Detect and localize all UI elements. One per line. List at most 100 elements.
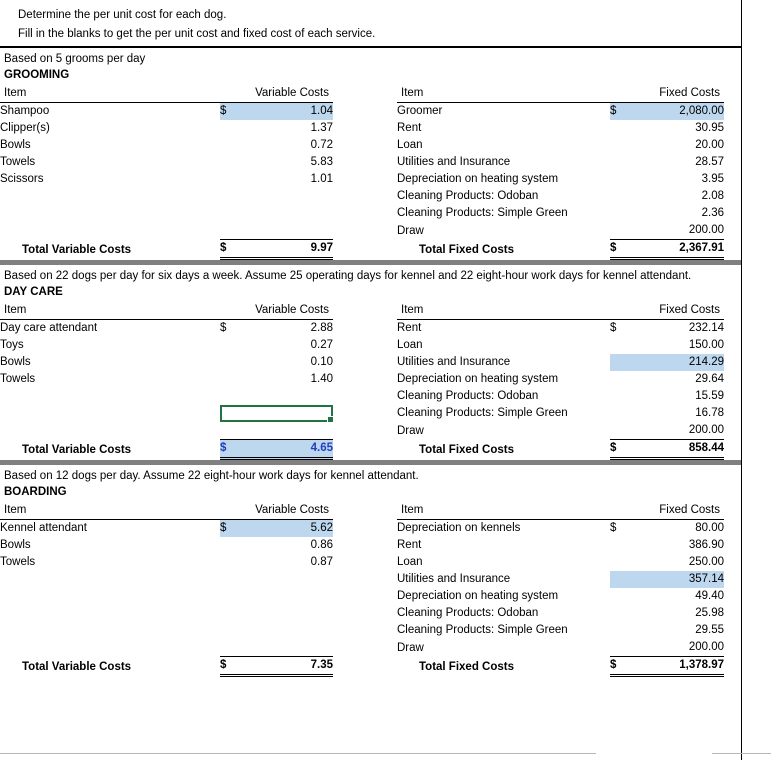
cell-item-label[interactable]: Scissors: [0, 171, 220, 188]
blank-input-row[interactable]: [0, 605, 333, 622]
cell-amount-value[interactable]: 49.40: [637, 588, 724, 605]
cell-amount-blank[interactable]: [246, 571, 333, 588]
cell-currency-symbol[interactable]: [610, 622, 637, 639]
cell-item-label[interactable]: Utilities and Insurance: [397, 154, 610, 171]
cell-item-label[interactable]: Cleaning Products: Odoban: [397, 188, 610, 205]
cell-item-label[interactable]: Towels: [0, 554, 220, 571]
cell-item-label[interactable]: Cleaning Products: Simple Green: [397, 205, 610, 222]
total-amount-value[interactable]: 9.97: [246, 239, 333, 260]
cell-amount-value[interactable]: 16.78: [637, 405, 724, 422]
cell-currency-symbol[interactable]: [610, 639, 637, 657]
cell-amount-value[interactable]: 0.72: [246, 137, 333, 154]
cell-currency-blank[interactable]: [220, 571, 246, 588]
cell-item-label[interactable]: Loan: [397, 554, 610, 571]
cell-item-blank[interactable]: [0, 222, 220, 240]
cell-amount-blank[interactable]: [246, 222, 333, 240]
cell-amount-value[interactable]: 5.83: [246, 154, 333, 171]
cell-amount-value[interactable]: 0.27: [246, 337, 333, 354]
cell-amount-value[interactable]: 2.36: [637, 205, 724, 222]
cell-amount-value[interactable]: 5.62: [246, 519, 333, 537]
cell-amount-blank[interactable]: [246, 639, 333, 657]
active-cell-selection[interactable]: [220, 405, 334, 423]
cell-amount-value[interactable]: 30.95: [637, 120, 724, 137]
cell-amount-blank[interactable]: [246, 605, 333, 622]
cell-amount-value[interactable]: 0.10: [246, 354, 333, 371]
cell-item-label[interactable]: Draw: [397, 422, 610, 440]
cell-currency-blank[interactable]: [220, 205, 246, 222]
cell-item-blank[interactable]: [0, 188, 220, 205]
cell-currency-symbol[interactable]: [610, 222, 637, 240]
cell-currency-symbol[interactable]: [610, 405, 637, 422]
blank-input-row[interactable]: [0, 188, 333, 205]
total-amount-value[interactable]: 4.65: [246, 439, 333, 460]
cell-amount-value[interactable]: 0.87: [246, 554, 333, 571]
cell-item-label[interactable]: Draw: [397, 639, 610, 657]
cell-item-label[interactable]: Loan: [397, 137, 610, 154]
cell-amount-value[interactable]: 386.90: [637, 537, 724, 554]
cell-amount-blank[interactable]: [246, 422, 333, 440]
cell-item-blank[interactable]: [0, 571, 220, 588]
cell-amount-value[interactable]: 3.95: [637, 171, 724, 188]
cell-currency-symbol[interactable]: [610, 188, 637, 205]
cell-currency-symbol[interactable]: [220, 120, 246, 137]
cell-item-blank[interactable]: [0, 205, 220, 222]
cell-currency-symbol[interactable]: [610, 588, 637, 605]
blank-input-row[interactable]: [0, 222, 333, 240]
cell-item-label[interactable]: Utilities and Insurance: [397, 571, 610, 588]
cell-currency-symbol[interactable]: $: [220, 320, 246, 338]
cell-amount-value[interactable]: 214.29: [637, 354, 724, 371]
cell-item-label[interactable]: Shampoo: [0, 103, 220, 121]
cell-amount-value[interactable]: 150.00: [637, 337, 724, 354]
cell-currency-symbol[interactable]: [220, 537, 246, 554]
cell-item-blank[interactable]: [0, 605, 220, 622]
cell-item-label[interactable]: Towels: [0, 371, 220, 388]
cell-item-label[interactable]: Rent: [397, 120, 610, 137]
cell-amount-blank[interactable]: [246, 188, 333, 205]
cell-amount-value[interactable]: 29.55: [637, 622, 724, 639]
total-amount-value[interactable]: 2,367.91: [637, 239, 724, 260]
cell-amount-value[interactable]: 1.37: [246, 120, 333, 137]
cell-amount-value[interactable]: 200.00: [637, 422, 724, 440]
cell-currency-symbol[interactable]: [610, 137, 637, 154]
cell-amount-value[interactable]: 1.04: [246, 102, 333, 120]
cell-currency-symbol[interactable]: $: [610, 320, 637, 338]
cell-item-label[interactable]: Depreciation on kennels: [397, 520, 610, 538]
cell-item-label[interactable]: Depreciation on heating system: [397, 171, 610, 188]
cell-currency-symbol[interactable]: [610, 422, 637, 440]
blank-input-row[interactable]: [0, 205, 333, 222]
total-currency-symbol[interactable]: $: [610, 439, 637, 460]
cell-item-label[interactable]: Kennel attendant: [0, 520, 220, 538]
cell-item-label[interactable]: Rent: [397, 320, 610, 338]
cell-item-label[interactable]: Cleaning Products: Odoban: [397, 605, 610, 622]
cell-amount-value[interactable]: 2.08: [637, 188, 724, 205]
cell-amount-value[interactable]: 250.00: [637, 554, 724, 571]
blank-input-row[interactable]: [0, 639, 333, 657]
cell-currency-symbol[interactable]: [610, 171, 637, 188]
total-currency-symbol[interactable]: $: [220, 239, 246, 260]
total-amount-value[interactable]: 1,378.97: [637, 656, 724, 677]
cell-currency-symbol[interactable]: [610, 205, 637, 222]
cell-item-blank[interactable]: [0, 405, 220, 422]
cell-currency-symbol[interactable]: $: [220, 102, 246, 120]
cell-currency-symbol[interactable]: $: [610, 102, 637, 120]
cell-currency-blank[interactable]: [220, 222, 246, 240]
cell-currency-symbol[interactable]: [220, 354, 246, 371]
cell-item-label[interactable]: Loan: [397, 337, 610, 354]
cell-item-label[interactable]: Towels: [0, 154, 220, 171]
blank-input-row[interactable]: [0, 622, 333, 639]
cell-amount-value[interactable]: 20.00: [637, 137, 724, 154]
cell-currency-blank[interactable]: [220, 605, 246, 622]
cell-item-blank[interactable]: [0, 422, 220, 440]
cell-currency-symbol[interactable]: [220, 337, 246, 354]
cell-currency-symbol[interactable]: [220, 554, 246, 571]
cell-item-label[interactable]: Cleaning Products: Simple Green: [397, 405, 610, 422]
cell-item-blank[interactable]: [0, 388, 220, 405]
cell-amount-value[interactable]: 2,080.00: [637, 102, 724, 120]
cell-currency-symbol[interactable]: [220, 371, 246, 388]
total-currency-symbol[interactable]: $: [610, 239, 637, 260]
cell-currency-blank[interactable]: [220, 188, 246, 205]
cell-item-blank[interactable]: [0, 588, 220, 605]
cell-amount-value[interactable]: 0.86: [246, 537, 333, 554]
cell-currency-symbol[interactable]: [610, 554, 637, 571]
cell-amount-blank[interactable]: [246, 588, 333, 605]
